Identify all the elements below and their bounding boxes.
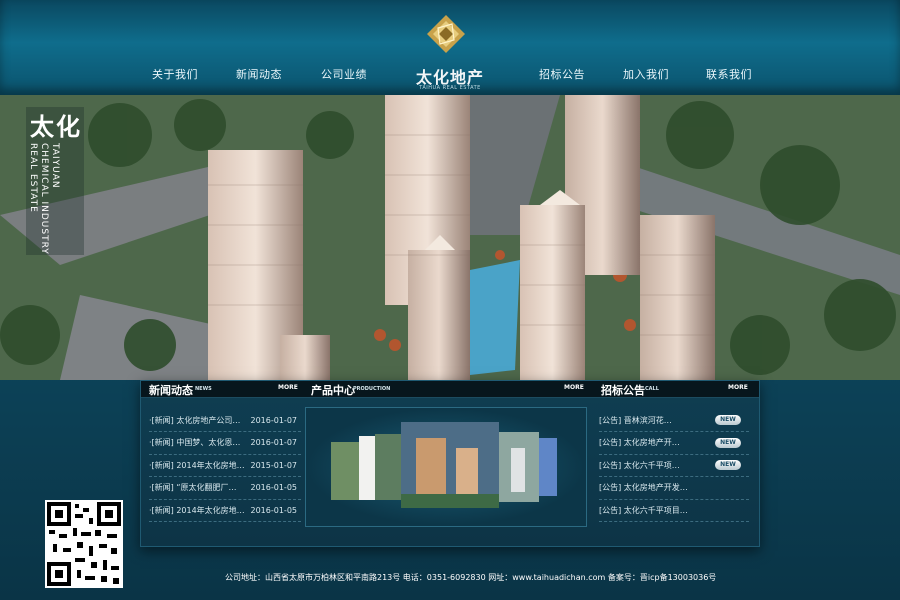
news-row[interactable]: ·[新闻] “原太化翻肥厂… 2016-01-05 <box>149 477 301 500</box>
nav-tenders[interactable]: 招标公告 <box>539 66 585 82</box>
products-title: 产品中心 <box>311 384 355 397</box>
product-gallery[interactable] <box>305 407 587 527</box>
news-header: 新闻动态 NEWS MORE <box>141 381 301 398</box>
tenders-more-link[interactable]: MORE <box>728 384 748 391</box>
news-row-date: 2016-01-05 <box>250 483 298 492</box>
news-row[interactable]: ·[新闻] 2014年太化房地… 2015-01-07 <box>149 454 301 477</box>
footer-info: 公司地址：山西省太原市万柏林区和平南路213号 电话：0351-6092830 … <box>225 573 717 582</box>
tender-row-title[interactable]: [公告] 太化六千平项… <box>599 460 680 471</box>
new-badge: NEW <box>715 415 741 425</box>
news-row-date: 2016-01-05 <box>250 505 298 515</box>
news-row[interactable]: ·[新闻] 太化房地产公司… 2016-01-07 <box>149 409 301 432</box>
nav-about[interactable]: 关于我们 <box>152 66 198 82</box>
news-row-date: 2016-01-07 <box>250 415 298 425</box>
tender-row-title[interactable]: [公告] 晋林滨河花… <box>599 415 672 426</box>
tender-row-title[interactable]: [公告] 太化房地产开发… <box>599 482 688 493</box>
tender-row[interactable]: [公告] 太化房地产开… NEW <box>599 432 749 455</box>
hero-image <box>0 95 900 380</box>
news-subtitle: NEWS <box>195 386 212 392</box>
nav-contact[interactable]: 联系我们 <box>706 66 752 82</box>
products-more-link[interactable]: MORE <box>564 384 584 391</box>
news-row-title[interactable]: ·[新闻] 2014年太化房地… <box>149 505 245 516</box>
nav-join[interactable]: 加入我们 <box>623 66 669 82</box>
tenders-subtitle: CALL <box>645 386 659 392</box>
new-badge: NEW <box>715 460 741 470</box>
products-subtitle: PRODUCTION <box>353 386 391 392</box>
news-title: 新闻动态 <box>149 384 193 397</box>
content-panel: 新闻动态 NEWS MORE ·[新闻] 太化房地产公司… 2016-01-07 ·… <box>140 380 760 547</box>
nav-news[interactable]: 新闻动态 <box>236 66 282 82</box>
news-row-title[interactable]: ·[新闻] 太化房地产公司… <box>149 415 240 426</box>
tender-row[interactable]: [公告] 太化六千平项目… <box>599 499 749 522</box>
tender-row[interactable]: [公告] 太化六千平项… NEW <box>599 454 749 477</box>
tender-row[interactable]: [公告] 太化房地产开发… <box>599 477 749 500</box>
news-more-link[interactable]: MORE <box>278 384 298 391</box>
news-row-date: 2015-01-07 <box>250 460 298 470</box>
product-carousel-images <box>331 422 557 508</box>
news-row-date: 2016-01-07 <box>250 438 298 447</box>
news-row-title[interactable]: ·[新闻] “原太化翻肥厂… <box>149 482 236 493</box>
logo-icon[interactable] <box>426 14 466 54</box>
products-header: 产品中心 PRODUCTION MORE <box>301 381 591 398</box>
qr-code-icon <box>47 502 121 586</box>
tender-row-title[interactable]: [公告] 太化六千平项目… <box>599 505 688 516</box>
news-row[interactable]: ·[新闻] 中国梦、太化恩… 2016-01-07 <box>149 432 301 455</box>
news-row[interactable]: ·[新闻] 2014年太化房地… 2016-01-05 <box>149 499 301 522</box>
logo-subtitle: TAIHUA REAL ESTATE <box>419 85 481 91</box>
qr-code <box>45 500 123 588</box>
tenders-title: 招标公告 <box>601 384 645 397</box>
hero-brand-name: 太化 <box>30 113 82 141</box>
news-row-title[interactable]: ·[新闻] 2014年太化房地… <box>149 460 245 471</box>
hero-brand-english: TAIYUAN CHEMICAL INDUSTRY REAL ESTATE <box>28 143 60 255</box>
news-row-title[interactable]: ·[新闻] 中国梦、太化恩… <box>149 437 240 448</box>
nav-performance[interactable]: 公司业绩 <box>321 66 367 82</box>
new-badge: NEW <box>715 437 741 448</box>
tender-row-title[interactable]: [公告] 太化房地产开… <box>599 437 680 448</box>
site-header: 关于我们 新闻动态 公司业绩 太化地产 TAIHUA REAL ESTATE 招… <box>0 0 900 95</box>
tenders-header: 招标公告 CALL MORE <box>591 381 759 398</box>
tender-row[interactable]: [公告] 晋林滨河花… NEW <box>599 409 749 432</box>
hero-banner: 太化 TAIYUAN CHEMICAL INDUSTRY REAL ESTATE <box>0 95 900 380</box>
